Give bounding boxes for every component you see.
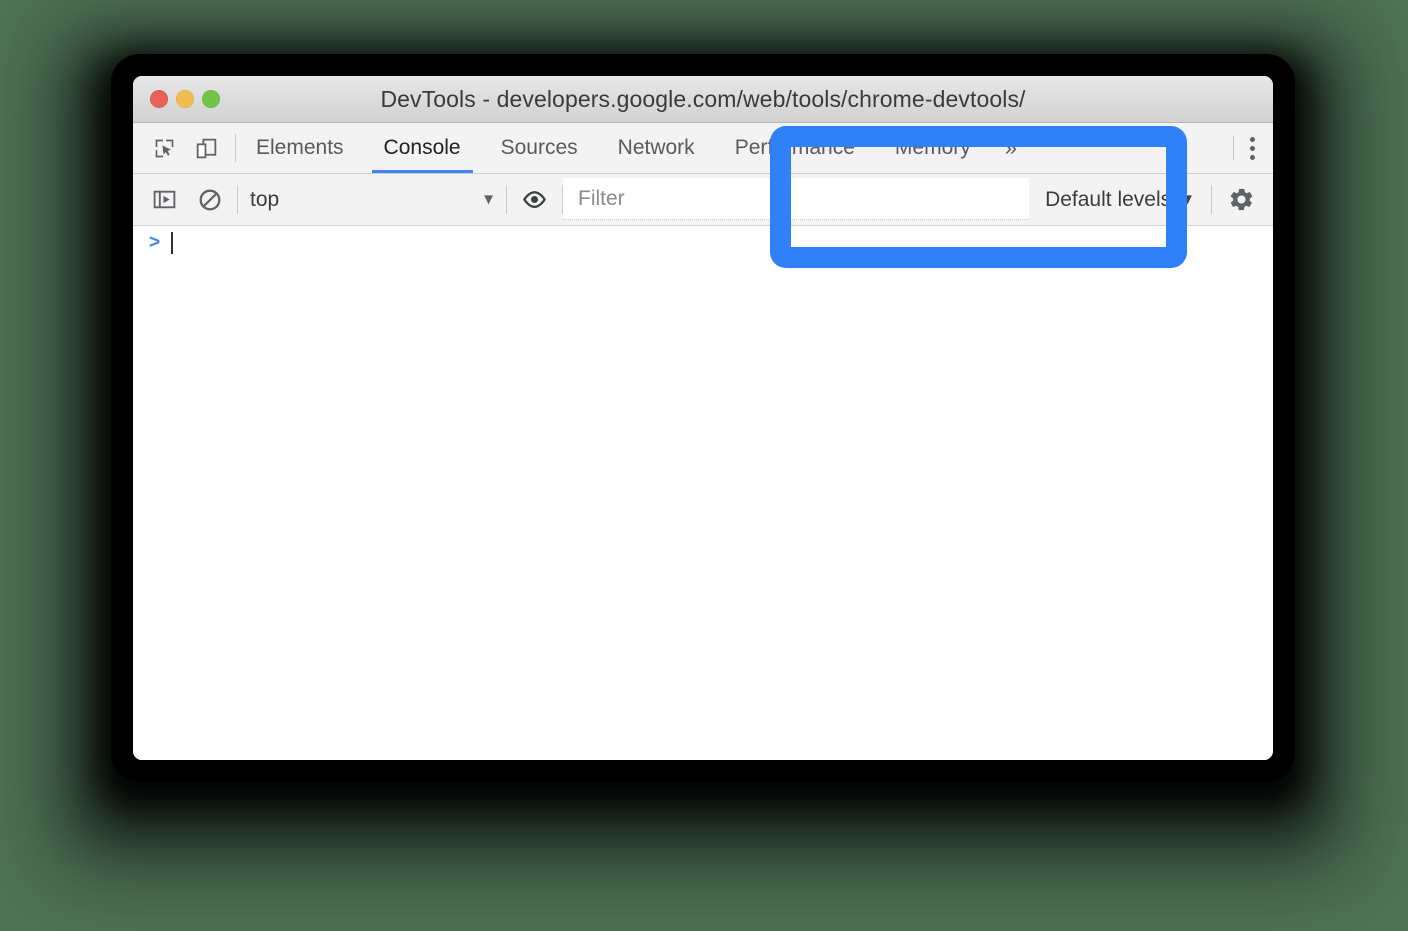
traffic-lights xyxy=(133,90,220,108)
gear-icon[interactable] xyxy=(1212,174,1273,225)
log-levels-label: Default levels xyxy=(1045,187,1172,211)
device-toolbar-icon[interactable] xyxy=(191,133,221,163)
kebab-menu-icon[interactable] xyxy=(1234,123,1273,173)
tab-sources[interactable]: Sources xyxy=(481,123,598,173)
tab-console[interactable]: Console xyxy=(364,123,481,173)
devtools-tabbar: Elements Console Sources Network Perform… xyxy=(133,123,1273,174)
close-window-button[interactable] xyxy=(150,90,168,108)
minimize-window-button[interactable] xyxy=(176,90,194,108)
tab-elements[interactable]: Elements xyxy=(236,123,364,173)
devtools-window: DevTools - developers.google.com/web/too… xyxy=(133,76,1273,760)
chevron-down-icon: ▼ xyxy=(481,191,496,208)
kebab-dots xyxy=(1250,136,1255,160)
tab-memory[interactable]: Memory xyxy=(875,123,991,173)
window-titlebar: DevTools - developers.google.com/web/too… xyxy=(133,76,1273,123)
execution-context-value: top xyxy=(250,187,280,211)
tab-network[interactable]: Network xyxy=(598,123,715,173)
chevron-down-icon: ▼ xyxy=(1180,191,1195,208)
tabbar-left-icons xyxy=(133,123,235,173)
log-levels-select[interactable]: Default levels ▼ xyxy=(1029,174,1211,225)
console-prompt-row[interactable]: > xyxy=(133,226,1273,260)
clear-console-icon[interactable] xyxy=(195,185,225,215)
filterbar-left-icons xyxy=(133,174,237,225)
console-sidebar-icon[interactable] xyxy=(149,185,179,215)
tabbar-right-group xyxy=(1233,123,1273,173)
devtools-tabs: Elements Console Sources Network Perform… xyxy=(236,123,1233,173)
filter-input[interactable]: Filter xyxy=(563,178,1030,220)
console-filter-toolbar: top ▼ Filter Default levels ▼ xyxy=(133,174,1273,226)
more-tabs-button[interactable]: » xyxy=(991,123,1031,173)
console-text-caret xyxy=(171,232,173,254)
window-title: DevTools - developers.google.com/web/too… xyxy=(380,85,1026,112)
console-prompt-icon: > xyxy=(149,232,161,253)
live-expression-icon[interactable] xyxy=(507,174,562,225)
execution-context-select[interactable]: top ▼ xyxy=(238,174,506,225)
console-message-area[interactable]: > xyxy=(133,226,1273,760)
zoom-window-button[interactable] xyxy=(202,90,220,108)
tab-performance[interactable]: Performance xyxy=(715,123,875,173)
inspect-element-icon[interactable] xyxy=(149,133,179,163)
